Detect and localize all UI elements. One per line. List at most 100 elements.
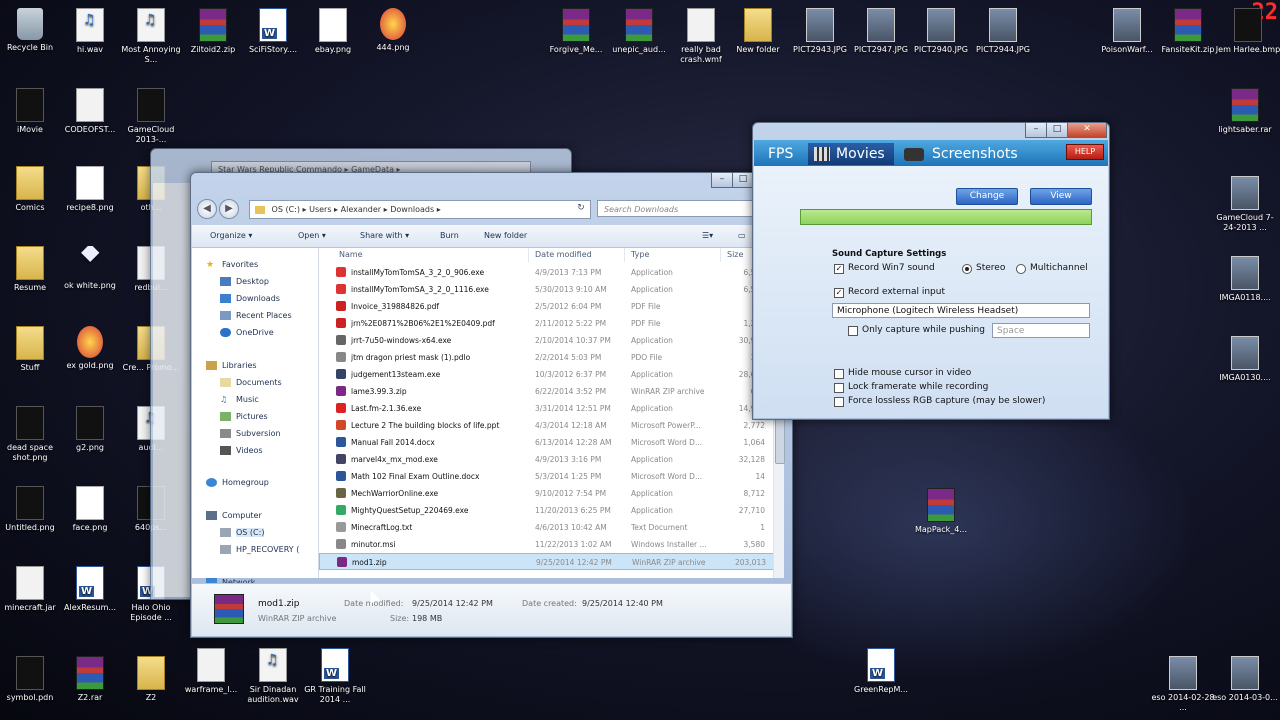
nav-subversion[interactable]: Subversion xyxy=(220,429,281,438)
desktop-icon[interactable]: PICT2940.JPG xyxy=(908,8,974,55)
force-lossless-checkbox[interactable] xyxy=(834,397,844,407)
push-key-field[interactable]: Space xyxy=(992,323,1090,338)
nav-music[interactable]: ♫ Music xyxy=(220,395,259,404)
file-row[interactable]: mod1.zip 9/25/2014 12:42 PM WinRAR ZIP arc… xyxy=(319,553,774,570)
nav-documents[interactable]: Documents xyxy=(220,378,282,387)
push-to-talk-checkbox[interactable] xyxy=(848,326,858,336)
multichannel-radio[interactable] xyxy=(1016,264,1026,274)
col-header-type[interactable]: Type xyxy=(625,248,721,262)
desktop-icon[interactable]: PICT2944.JPG xyxy=(970,8,1036,55)
maximize-button[interactable]: □ xyxy=(1046,123,1068,138)
desktop-icon[interactable]: Jem Harlee.bmp xyxy=(1215,8,1280,55)
desktop-icon[interactable]: iMovie xyxy=(0,88,63,135)
burn-button[interactable]: Burn xyxy=(440,231,459,240)
preview-pane-icon[interactable]: ▭ xyxy=(738,231,746,240)
file-row[interactable]: marvel4x_mx_mod.exe 4/9/2013 3:16 PM Appli… xyxy=(319,451,774,468)
desktop-icon[interactable]: Sir Dinadan audition.wav xyxy=(240,648,306,705)
refresh-button[interactable]: ↻ xyxy=(573,200,589,217)
close-button[interactable]: ✕ xyxy=(1067,123,1107,138)
stereo-radio[interactable] xyxy=(962,264,972,274)
file-row[interactable]: MinecraftLog.txt 4/6/2013 10:42 AM Text Do… xyxy=(319,519,774,536)
desktop-icon[interactable]: FansiteKit.zip xyxy=(1155,8,1221,55)
desktop-icon[interactable]: Forgive_Me... xyxy=(543,8,609,55)
file-row[interactable]: judgement13steam.exe 10/3/2012 6:37 PM App… xyxy=(319,366,774,383)
file-row[interactable]: installMyTomTomSA_3_2_0_1116.exe 5/30/201… xyxy=(319,281,774,298)
nav-videos[interactable]: Videos xyxy=(220,446,263,455)
desktop-icon[interactable]: Ziltoid2.zip xyxy=(180,8,246,55)
crumb-downloads[interactable]: Downloads xyxy=(390,205,434,214)
help-button[interactable]: HELP xyxy=(1066,144,1104,160)
desktop-icon[interactable]: Z2 xyxy=(118,656,184,703)
col-header-name[interactable]: Name xyxy=(333,248,529,262)
share-with-button[interactable]: Share with ▾ xyxy=(360,231,409,240)
nav-libraries[interactable]: Libraries xyxy=(206,361,257,370)
desktop-icon[interactable]: CODEOFST... xyxy=(57,88,123,135)
tab-movies[interactable]: Movies xyxy=(808,143,894,165)
file-row[interactable]: jtm dragon priest mask (1).pdlo 2/2/2014 … xyxy=(319,349,774,366)
lock-framerate-checkbox[interactable] xyxy=(834,383,844,393)
desktop-icon[interactable]: PoisonWarf... xyxy=(1094,8,1160,55)
file-row[interactable]: minutor.msi 11/22/2013 1:02 AM Windows Ins… xyxy=(319,536,774,553)
forward-nav-button[interactable]: ▶ xyxy=(219,199,239,219)
desktop-icon[interactable]: Most Annoying S... xyxy=(118,8,184,65)
nav-onedrive[interactable]: OneDrive xyxy=(220,328,274,337)
change-folder-button[interactable]: Change xyxy=(956,188,1018,205)
nav-desktop[interactable]: Desktop xyxy=(220,277,269,286)
file-row[interactable]: Invoice_319884826.pdf 2/5/2012 6:04 PM PDF… xyxy=(319,298,774,315)
nav-downloads[interactable]: Downloads xyxy=(220,294,280,303)
file-row[interactable]: jrrt-7u50-windows-x64.exe 2/10/2014 10:37… xyxy=(319,332,774,349)
desktop-icon[interactable]: Z2.rar xyxy=(57,656,123,703)
desktop-icon[interactable]: GameCloud 2013-... xyxy=(118,88,184,145)
nav-os-drive[interactable]: OS (C:) xyxy=(220,528,265,537)
desktop-icon[interactable]: minecraft.jar xyxy=(0,566,63,613)
desktop-icon[interactable]: SciFiStory.... xyxy=(240,8,306,55)
minimize-button[interactable]: – xyxy=(1025,123,1047,138)
file-row[interactable]: installMyTomTomSA_3_2_0_906.exe 4/9/2013 … xyxy=(319,264,774,281)
desktop-icon[interactable]: eso 2014-02-28 ... xyxy=(1150,656,1216,713)
desktop-icon[interactable]: g2.png xyxy=(57,406,123,453)
desktop-icon[interactable]: ex gold.png xyxy=(57,326,123,371)
desktop-icon[interactable]: Untitled.png xyxy=(0,486,63,533)
tab-screenshots[interactable]: Screenshots xyxy=(902,143,1018,165)
organize-button[interactable]: Organize ▾ xyxy=(210,231,252,240)
desktop-icon[interactable]: Stuff xyxy=(0,326,63,373)
input-device-select[interactable]: Microphone (Logitech Wireless Headset) xyxy=(832,303,1090,318)
desktop-icon[interactable]: 444.png xyxy=(360,8,426,53)
desktop-icon[interactable]: Recycle Bin xyxy=(0,8,63,53)
hide-cursor-checkbox[interactable] xyxy=(834,369,844,379)
tab-fps[interactable]: FPS xyxy=(768,143,793,165)
desktop-icon[interactable]: ebay.png xyxy=(300,8,366,55)
folder-path-field[interactable] xyxy=(800,209,1092,225)
open-button[interactable]: Open ▾ xyxy=(298,231,326,240)
desktop-icon[interactable]: IMGA0118.... xyxy=(1212,256,1278,303)
record-win7-checkbox[interactable]: ✓ xyxy=(834,264,844,274)
file-row[interactable]: Math 102 Final Exam Outline.docx 5/3/2014… xyxy=(319,468,774,485)
record-external-checkbox[interactable]: ✓ xyxy=(834,288,844,298)
desktop-icon[interactable]: Resume xyxy=(0,246,63,293)
recorder-window[interactable]: – □ ✕ FPS Movies Screenshots HELP Change… xyxy=(752,122,1110,420)
nav-homegroup[interactable]: Homegroup xyxy=(206,478,269,487)
file-row[interactable]: jrn%2E0871%2B06%2E1%2E0409.pdf 2/11/2012 … xyxy=(319,315,774,332)
address-bar[interactable]: OS (C:) ▸ Users ▸ Alexander ▸ Downloads … xyxy=(249,200,591,219)
explorer-window[interactable]: – □ ✕ ◀ ▶ OS (C:) ▸ Users ▸ Alexander ▸ … xyxy=(190,172,793,638)
desktop-icon[interactable]: PICT2943.JPG xyxy=(787,8,853,55)
desktop-icon[interactable]: PICT2947.JPG xyxy=(848,8,914,55)
nav-hp-recovery[interactable]: HP_RECOVERY ( xyxy=(220,545,299,554)
file-row[interactable]: MechWarriorOnline.exe 9/10/2012 7:54 PM Ap… xyxy=(319,485,774,502)
desktop-icon[interactable]: warframe_l... xyxy=(178,648,244,695)
crumb-alexander[interactable]: Alexander xyxy=(341,205,381,214)
file-row[interactable]: lame3.99.3.zip 6/22/2014 3:52 PM WinRAR ZI… xyxy=(319,383,774,400)
view-folder-button[interactable]: View xyxy=(1030,188,1092,205)
desktop-icon[interactable]: GR Training Fall 2014 ... xyxy=(302,648,368,705)
view-options-icon[interactable]: ☰▾ xyxy=(702,231,713,240)
file-row[interactable]: MightyQuestSetup_220469.exe 11/20/2013 6:… xyxy=(319,502,774,519)
desktop-icon[interactable]: recipe8.png xyxy=(57,166,123,213)
new-folder-button[interactable]: New folder xyxy=(484,231,527,240)
nav-pictures[interactable]: Pictures xyxy=(220,412,268,421)
desktop-icon[interactable]: eso 2014-03-0... xyxy=(1212,656,1278,703)
desktop-icon[interactable]: ok white.png xyxy=(57,246,123,291)
crumb-users[interactable]: Users xyxy=(309,205,331,214)
nav-recent-places[interactable]: Recent Places xyxy=(220,311,292,320)
file-row[interactable]: Last.fm-2.1.36.exe 3/31/2014 12:51 PM Appl… xyxy=(319,400,774,417)
desktop-icon[interactable]: New folder xyxy=(725,8,791,55)
